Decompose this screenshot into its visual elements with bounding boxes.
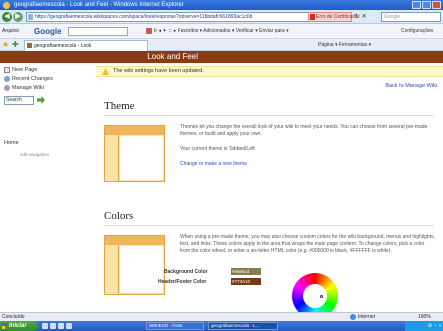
change-theme-link[interactable]: Change or make a new theme <box>180 161 435 168</box>
sidebar-new-page[interactable]: New Page <box>4 67 37 73</box>
certificate-error-badge[interactable]: Erro de Certificado <box>308 12 358 22</box>
google-search-input[interactable] <box>68 27 128 36</box>
quick-launch-icon[interactable] <box>42 323 48 329</box>
taskbar-paint-button[interactable]: WIKIESO - Paint <box>146 322 204 330</box>
forward-button[interactable]: ▶ <box>13 12 23 22</box>
header-color-input[interactable]: #773A10 <box>231 278 261 285</box>
google-toolbar: Arquivo Google Ir ◂ ✦ ☆ ▸ Favoritos ▾ Ad… <box>0 24 443 39</box>
page-header: Look and Feel <box>0 51 443 63</box>
colors-divider <box>104 225 434 226</box>
recent-changes-icon <box>4 76 10 82</box>
main-content: The wiki settings have been updated. Bac… <box>96 63 443 312</box>
new-page-icon <box>4 67 10 73</box>
menu-arquivo[interactable]: Arquivo <box>2 24 19 39</box>
browser-search-input[interactable]: Google <box>381 12 441 22</box>
color-wheel-marker[interactable] <box>320 295 323 298</box>
settings-updated-notice: The wiki settings have been updated. <box>96 66 443 77</box>
back-to-manage-wiki-link[interactable]: Back to Manage Wiki <box>385 83 437 89</box>
refresh-stop-icons[interactable]: ↻ ✕ <box>355 12 367 22</box>
theme-thumbnail[interactable] <box>104 125 165 182</box>
system-tray: ⚙ ◔ ◑ <box>405 321 443 331</box>
minimize-button[interactable] <box>412 1 421 9</box>
theme-divider <box>104 115 434 116</box>
background-color-input[interactable]: #e6e5cd <box>231 268 261 275</box>
background-color-label: Background Color <box>164 269 208 275</box>
search-go-icon[interactable] <box>37 96 45 104</box>
security-zone: Internet <box>350 313 375 321</box>
favorites-star-icon[interactable]: ★ <box>2 40 9 50</box>
wiki-sidebar: New Page Recent Changes Manage Wiki Sear… <box>0 63 96 312</box>
sidebar-search-input[interactable]: Search <box>4 96 34 105</box>
quick-launch-icon[interactable] <box>58 323 64 329</box>
ie-icon <box>3 2 10 9</box>
address-bar-row: ◀ ▶ https://geografiaemescola.wikispaces… <box>0 10 443 24</box>
current-theme-text: Your current theme is Tabbed/Left <box>180 146 255 152</box>
status-bar: Concluído Internet 100% <box>0 312 443 321</box>
tab-row: ★ ✚ geografiaemescola - Look Página ▾ Fe… <box>0 39 443 51</box>
windows-taskbar: Iniciar WIKIESO - Paint geografiaemescol… <box>0 321 443 331</box>
add-favorites-icon[interactable]: ✚ <box>12 40 19 50</box>
colors-thumbnail[interactable] <box>104 235 165 295</box>
google-toolbar-items[interactable]: Ir ◂ ✦ ☆ ▸ Favoritos ▾ Adicionados ▾ Ver… <box>142 24 289 39</box>
window-title: geografiaemescola - Look and Feel - Wind… <box>14 2 184 8</box>
quick-launch-icon[interactable] <box>66 323 72 329</box>
quick-launch <box>42 323 72 329</box>
theme-description: Themes let you change the overall look o… <box>180 124 428 137</box>
maximize-button[interactable] <box>422 1 431 9</box>
close-button[interactable] <box>432 1 441 9</box>
back-button[interactable]: ◀ <box>2 12 12 22</box>
status-text: Concluído <box>2 314 25 320</box>
header-color-label: Header/Footer Color <box>158 279 207 285</box>
taskbar-browser-button[interactable]: geografiaemescola - L... <box>208 322 278 330</box>
window-title-bar: geografiaemescola - Look and Feel - Wind… <box>0 0 443 10</box>
edit-navigation-link[interactable]: edit navigation <box>20 152 49 157</box>
theme-title: Theme <box>104 100 135 112</box>
sidebar-manage-wiki[interactable]: Manage Wiki <box>4 85 44 91</box>
colors-title: Colors <box>104 210 134 222</box>
toolbar-settings[interactable]: Configurações <box>401 24 433 39</box>
page-title: Look and Feel <box>147 52 198 61</box>
start-button[interactable]: Iniciar <box>0 321 38 331</box>
browser-tab[interactable]: geografiaemescola - Look <box>24 40 148 51</box>
web-page: Look and Feel New Page Recent Changes Ma… <box>0 51 443 312</box>
manage-wiki-icon <box>4 85 10 91</box>
zoom-level[interactable]: 100% <box>418 313 431 321</box>
warning-icon <box>102 68 109 75</box>
color-wheel[interactable] <box>292 273 338 312</box>
quick-launch-icon[interactable] <box>50 323 56 329</box>
window-controls <box>412 1 441 9</box>
toolbar-icon <box>146 27 152 34</box>
sidebar-home-link[interactable]: Home <box>4 140 19 146</box>
command-bar[interactable]: Página ▾ Ferramentas ▾ <box>318 40 371 50</box>
url-field[interactable]: https://geografiaemescola.wikispaces.com… <box>26 12 326 22</box>
google-logo: Google <box>34 27 62 36</box>
colors-description: When using a pre-made theme, you may als… <box>180 234 435 254</box>
sidebar-recent-changes[interactable]: Recent Changes <box>4 76 53 82</box>
